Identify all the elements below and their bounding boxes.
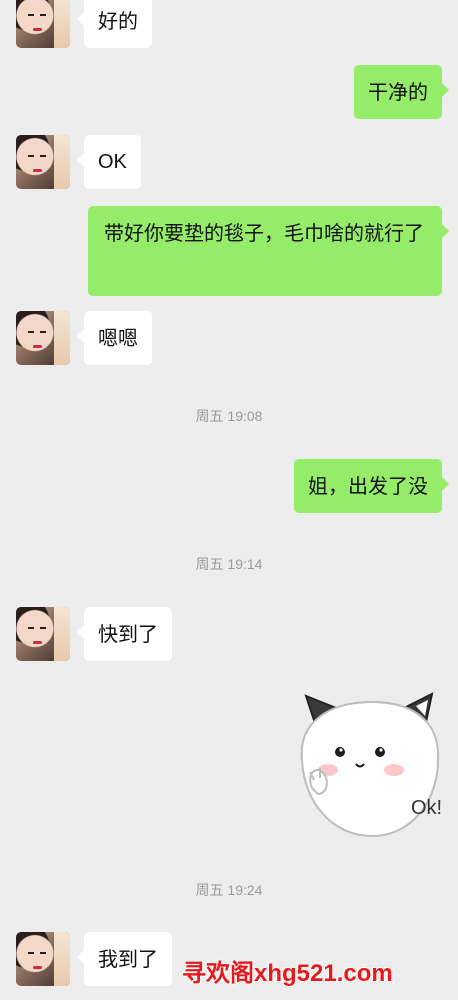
message-text: 嗯嗯 [98,326,138,350]
timestamp: 周五 19:14 [195,556,263,572]
outgoing-message-bubble[interactable]: 姐，出发了没 [294,459,449,513]
incoming-message-bubble[interactable]: 快到了 [77,607,172,661]
contact-avatar[interactable] [16,0,70,48]
site-watermark: 寻欢阁xhg521.com [182,960,393,987]
timestamp: 周五 19:24 [195,882,263,898]
incoming-message-bubble[interactable]: 嗯嗯 [77,311,152,365]
chat-message-list[interactable]: 好的 干净的 OK 带好你要垫的毯子，毛巾啥的就行了 嗯嗯 周五 19:08 姐… [0,0,458,1000]
cat-ok-sticker-icon[interactable]: Ok! [292,690,452,840]
message-text: 好的 [98,9,138,33]
contact-avatar[interactable] [16,607,70,661]
outgoing-message-bubble[interactable]: 带好你要垫的毯子，毛巾啥的就行了 [88,206,449,296]
message-text: 干净的 [368,80,428,104]
contact-avatar[interactable] [16,932,70,986]
message-text: OK [98,151,127,173]
sticker-label: Ok! [411,797,442,819]
contact-avatar[interactable] [16,135,70,189]
outgoing-message-bubble[interactable]: 干净的 [354,65,449,119]
message-text: 我到了 [98,947,158,971]
timestamp: 周五 19:08 [195,408,263,424]
message-text: 姐，出发了没 [308,474,428,498]
message-text: 带好你要垫的毯子，毛巾啥的就行了 [104,221,424,245]
incoming-message-bubble[interactable]: 好的 [77,0,152,48]
incoming-message-bubble[interactable]: 我到了 [77,932,172,986]
incoming-message-bubble[interactable]: OK [77,135,141,189]
message-text: 快到了 [98,622,158,646]
contact-avatar[interactable] [16,311,70,365]
